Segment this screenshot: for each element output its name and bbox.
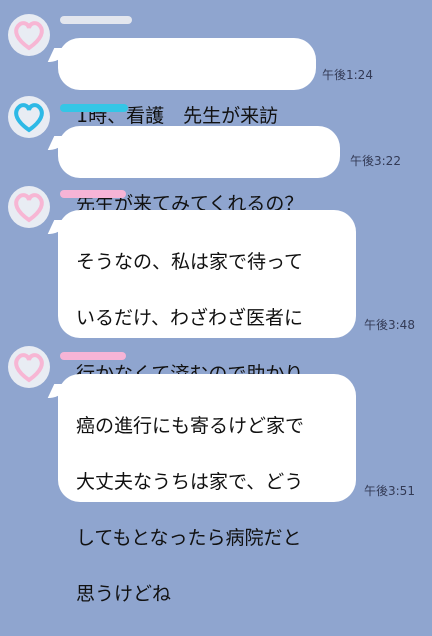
message-text-line: 癌の進行にも寄るけど家で (76, 415, 305, 437)
message-text-line: 大丈夫なうちは家で、どう (76, 471, 304, 493)
pink-heart-avatar-icon[interactable] (8, 14, 50, 56)
message-bubble[interactable]: 癌の進行にも寄るけど家で 大丈夫なうちは家で、どう してもとなったら病院だと 思… (58, 374, 356, 605)
message-bubble[interactable]: 1時、看護 先生が来訪 (58, 38, 316, 127)
message-text-line: そうなの、私は家で待って (76, 251, 304, 273)
pink-heart-avatar-icon[interactable] (8, 186, 50, 228)
message-time: 午後3:22 (350, 154, 401, 168)
sender-name-redacted (60, 352, 126, 360)
chat-view: 1時、看護 先生が来訪 午後1:24 先生が来てみてくれるの？ 午後3:22 そ… (0, 0, 432, 605)
message-bubble[interactable]: 先生が来てみてくれるの？ (58, 126, 340, 215)
message-time: 午後3:51 (364, 484, 415, 498)
message-text-line: 思うけどね (76, 583, 172, 605)
sender-name-redacted (60, 104, 128, 112)
sender-name-redacted (60, 16, 132, 24)
pink-heart-avatar-icon[interactable] (8, 346, 50, 388)
blue-heart-avatar-icon[interactable] (8, 96, 50, 138)
message-time: 午後3:48 (364, 318, 415, 332)
sender-name-redacted (60, 190, 126, 198)
message-time: 午後1:24 (322, 68, 373, 82)
message-text-line: いるだけ、わざわざ医者に (76, 307, 304, 329)
message-text-line: してもとなったら病院だと (76, 527, 302, 549)
message-bubble[interactable]: そうなの、私は家で待って いるだけ、わざわざ医者に 行かなくて済むので助かり ま… (58, 210, 356, 441)
